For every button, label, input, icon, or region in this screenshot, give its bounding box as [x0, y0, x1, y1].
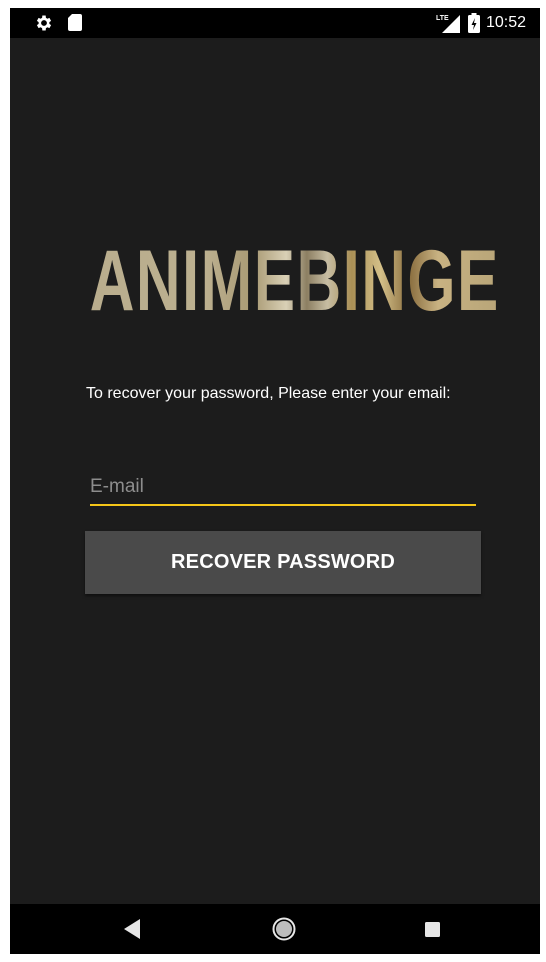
- recover-password-button[interactable]: RECOVER PASSWORD: [85, 531, 481, 594]
- recents-icon[interactable]: [425, 922, 440, 937]
- lte-signal-icon: LTE: [436, 15, 460, 33]
- app-logo: ANIMEBINGE: [10, 236, 540, 326]
- navigation-bar: [10, 904, 540, 954]
- lte-label: LTE: [436, 15, 449, 22]
- sd-card-icon: [68, 14, 82, 31]
- home-icon[interactable]: [272, 917, 296, 941]
- phone-screen: LTE 10:52 ANIMEBINGE To recover your pas…: [10, 8, 540, 954]
- recovery-instructions: To recover your password, Please enter y…: [86, 385, 451, 402]
- settings-icon: [36, 15, 52, 31]
- battery-icon: [468, 13, 480, 33]
- logo-text: ANIMEBINGE: [89, 233, 500, 329]
- status-bar: LTE 10:52: [10, 8, 540, 38]
- back-icon[interactable]: [124, 919, 140, 939]
- status-time: 10:52: [486, 14, 527, 31]
- email-field[interactable]: [90, 472, 476, 506]
